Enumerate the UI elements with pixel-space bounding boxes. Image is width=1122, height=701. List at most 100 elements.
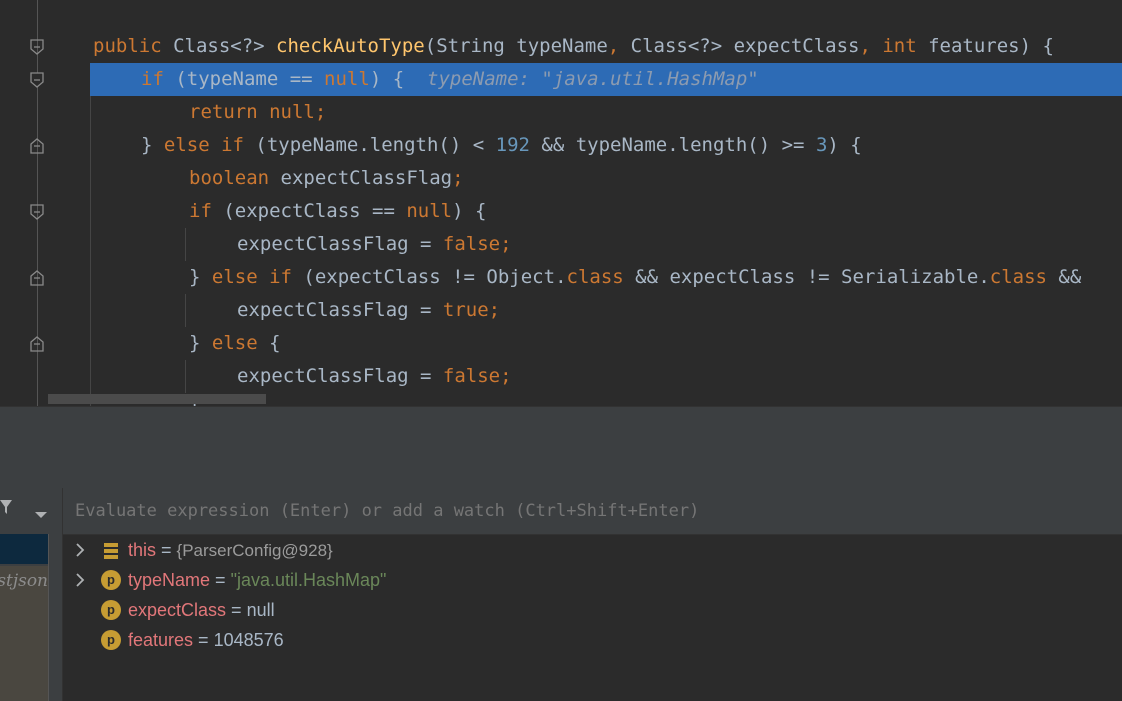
code-token: ;: [452, 167, 464, 189]
code-token: ) {: [827, 134, 862, 156]
indent-guide: [90, 96, 91, 406]
code-text: } else {: [189, 327, 281, 360]
code-token: Class<?>: [173, 35, 277, 57]
code-token: ) {: [452, 200, 487, 222]
indent-guide: [185, 228, 186, 261]
code-token: else if: [211, 266, 304, 288]
code-token: {: [269, 332, 281, 354]
variable-entry: features = 1048576: [128, 625, 284, 655]
variable-row[interactable]: p expectClass = null: [63, 595, 1122, 625]
code-text: boolean expectClassFlag;: [189, 162, 464, 195]
fold-open-icon[interactable]: [30, 39, 44, 55]
code-token: (expectClass != Object.: [303, 266, 567, 288]
code-token: (String typeName: [424, 35, 608, 57]
equals-sign: =: [156, 540, 177, 560]
code-line[interactable]: } else {: [0, 327, 1122, 360]
code-token: features) {: [928, 35, 1054, 57]
variable-name: typeName: [128, 570, 211, 590]
evaluate-expression-input[interactable]: [75, 488, 1075, 534]
horizontal-scrollbar[interactable]: [48, 394, 266, 404]
variable-row[interactable]: this = {ParserConfig@928}: [63, 535, 1122, 565]
code-token: expectClassFlag =: [237, 299, 443, 321]
code-text: if (typeName == null) { typeName: "java.…: [141, 63, 759, 96]
fold-close-icon[interactable]: [30, 138, 44, 154]
frames-pane: stjson): [0, 488, 63, 701]
code-token: null: [406, 200, 453, 222]
code-text: } else if (expectClass != Object. class &…: [189, 261, 1081, 294]
indent-guide: [185, 294, 186, 327]
variable-value: "java.util.HashMap": [230, 570, 387, 590]
code-text: expectClassFlag = false;: [237, 228, 512, 261]
code-text: } else if (typeName.length() < 192 && ty…: [141, 129, 862, 162]
frame-label: stjson): [0, 571, 48, 591]
equals-sign: =: [226, 600, 247, 620]
code-token: public: [93, 35, 174, 57]
code-line[interactable]: } else if (typeName.length() < 192 && ty…: [0, 129, 1122, 162]
variable-value: null: [246, 600, 275, 620]
variable-entry: expectClass = null: [128, 595, 275, 625]
code-token: null: [324, 68, 370, 90]
parameter-icon: p: [101, 600, 121, 620]
evaluate-bar: [63, 488, 1122, 535]
code-token: ,: [859, 35, 883, 57]
code-token: true;: [442, 299, 501, 321]
code-token: && expectClass != Serializable.: [635, 266, 990, 288]
parameter-icon: p: [101, 630, 121, 650]
code-line[interactable]: } else if (expectClass != Object. class &…: [0, 261, 1122, 294]
equals-sign: =: [210, 570, 231, 590]
code-token: }: [189, 332, 212, 354]
variable-entry: this = {ParserConfig@928}: [128, 535, 333, 566]
code-token: expectClassFlag: [280, 167, 453, 189]
filter-icon[interactable]: [0, 498, 16, 520]
variable-row[interactable]: p typeName = "java.util.HashMap": [63, 565, 1122, 595]
code-token: &&: [1058, 266, 1082, 288]
current-execution-line[interactable]: if (typeName == null) { typeName: "java.…: [90, 63, 1122, 96]
code-token: ) {: [369, 68, 428, 90]
code-token: false;: [442, 233, 512, 255]
code-token: boolean: [189, 167, 281, 189]
code-token: }: [189, 266, 212, 288]
chevron-down-icon[interactable]: [34, 504, 48, 523]
code-token: class: [989, 266, 1059, 288]
code-token: false;: [442, 365, 512, 387]
code-text: expectClassFlag = false;: [237, 360, 512, 393]
debug-toolbar-area: [0, 408, 1122, 488]
fold-close-icon[interactable]: [30, 336, 44, 352]
code-line[interactable]: boolean expectClassFlag;: [0, 162, 1122, 195]
code-line[interactable]: public Class<?> checkAutoType(String typ…: [0, 30, 1122, 63]
code-line[interactable]: if (expectClass == null) {: [0, 195, 1122, 228]
variable-name: features: [128, 630, 194, 650]
code-editor[interactable]: public Class<?> checkAutoType(String typ…: [0, 0, 1122, 406]
indent-guide: [185, 360, 186, 393]
code-token: && typeName.length() >=: [529, 134, 816, 156]
code-line[interactable]: expectClassFlag = false;: [0, 228, 1122, 261]
equals-sign: =: [193, 630, 214, 650]
frames-separator: [48, 534, 49, 701]
code-token: if: [189, 200, 224, 222]
code-token: else if: [163, 134, 256, 156]
code-line[interactable]: return null;: [0, 96, 1122, 129]
editor-top-strip: [0, 0, 1122, 30]
code-token: return null;: [189, 101, 327, 123]
selected-frame[interactable]: [0, 534, 48, 564]
code-token: (expectClass ==: [223, 200, 407, 222]
fold-open-icon[interactable]: [30, 204, 44, 220]
code-token: else: [211, 332, 270, 354]
code-line[interactable]: expectClassFlag = false;: [0, 360, 1122, 393]
variable-name: this: [128, 540, 157, 560]
code-token: 192: [495, 134, 530, 156]
parameter-icon: p: [101, 570, 121, 590]
variable-value: {ParserConfig@928}: [176, 541, 333, 560]
code-token: 3: [815, 134, 828, 156]
code-line[interactable]: expectClassFlag = true;: [0, 294, 1122, 327]
variable-value: 1048576: [213, 630, 284, 650]
code-token: checkAutoType: [276, 35, 425, 57]
field-list-icon: [101, 540, 121, 560]
code-token: ,: [607, 35, 631, 57]
variable-row[interactable]: p features = 1048576: [63, 625, 1122, 655]
code-text: expectClassFlag = true;: [237, 294, 500, 327]
fold-close-icon[interactable]: [30, 270, 44, 286]
code-token: expectClassFlag =: [237, 365, 443, 387]
fold-marker-icon[interactable]: [30, 72, 44, 88]
code-token: Class<?> expectClass: [630, 35, 860, 57]
